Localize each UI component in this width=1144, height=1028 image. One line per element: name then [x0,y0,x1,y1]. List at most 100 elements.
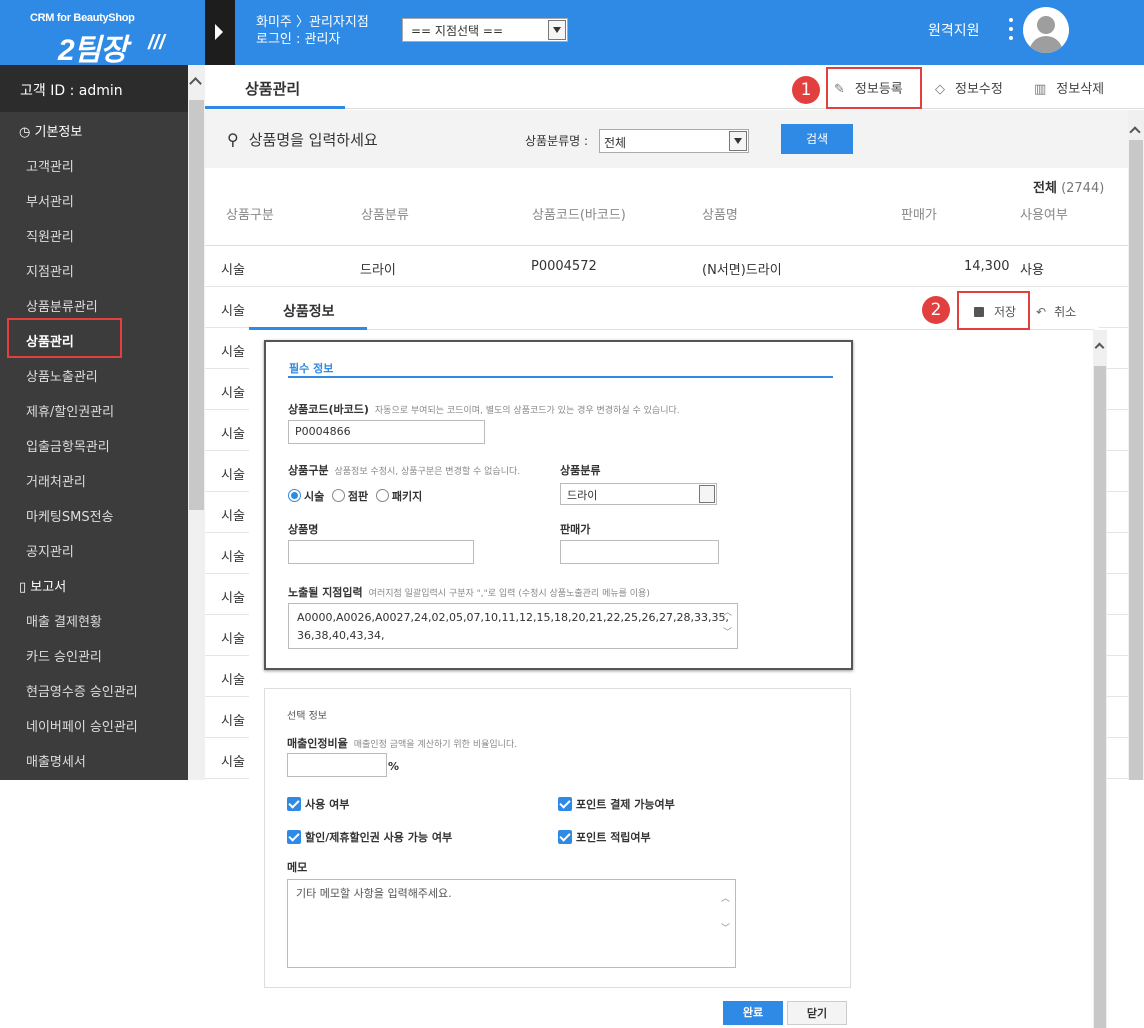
sidebar-item[interactable]: 고객관리 [0,147,188,182]
trash-icon: ▥ [1034,82,1047,97]
point-pay-checkbox[interactable]: 포인트 결제 가능여부 [558,796,675,812]
sidebar-item[interactable]: 매출명세서 [0,742,188,777]
memo-placeholder: 기타 메모할 사항을 입력해주세요. [296,887,452,900]
name-input[interactable] [288,540,474,564]
ratio-input[interactable] [287,753,387,777]
sidebar-group-basic[interactable]: ◷ 기본정보 [0,112,188,147]
type-radio-retail[interactable]: 점판 [331,489,369,503]
sidebar-item[interactable]: 직원관리 [0,217,188,252]
name-label: 상품명 [288,523,319,536]
sidebar-item[interactable]: 지점관리 [0,252,188,287]
branch-textarea[interactable]: A0000,A0026,A0027,24,02,05,07,10,11,12,1… [288,603,738,649]
discount-checkbox[interactable]: 할인/제휴할인권 사용 가능 여부 [287,829,452,845]
chevron-down-icon [548,20,566,40]
code-input[interactable]: P0004866 [288,420,485,444]
search-input[interactable]: ⚲ 상품명을 입력하세요 [227,129,378,150]
chevron-up-icon [189,77,202,90]
login-user: 로그인 : 관리자 [256,32,341,47]
sidebar-item[interactable]: 카드 승인관리 [0,637,188,672]
radio-unchecked-icon [375,489,389,502]
main-scrollbar[interactable] [1128,110,1144,780]
radio-label: 시술 [304,490,325,503]
customer-id: 고객 ID : admin [0,65,188,112]
sidebar-item[interactable]: 네이버페이 승인관리 [0,707,188,742]
scrollbar-thumb[interactable] [1129,140,1143,780]
checkbox-checked-icon [287,797,301,811]
dialog-scrollbar[interactable] [1093,330,1107,1028]
cancel-label: 취소 [1054,305,1077,319]
category-select[interactable]: 드라이 [560,483,717,505]
tab-product-info[interactable]: 상품정보 [249,287,367,330]
branch-label-text: 노출될 지점입력 [288,586,363,599]
code-label: 상품코드(바코드) 자동으로 부여되는 코드이며, 별도의 상품코드가 있는 경우… [288,401,680,417]
close-button[interactable]: 닫기 [787,1001,847,1025]
sidebar-toggle-button[interactable] [205,0,235,65]
table-row[interactable]: 시술 드라이 P0004572 (N서면)드라이 14,300 사용 [205,246,1128,287]
top-bar: CRM for BeautyShop 2팀장 /// 화미주 〉관리자지점 로그… [0,0,1144,67]
sidebar-item[interactable]: 매출 결제현황 [0,602,188,637]
cell-price: 14,300 [964,259,1010,274]
search-button[interactable]: 검색 [781,124,853,154]
textarea-scroll-arrows[interactable]: ︿ ﹀ [721,894,731,934]
cell-type: 시술 [221,632,245,647]
point-save-checkbox[interactable]: 포인트 적립여부 [558,829,651,845]
cell-code: P0004572 [531,259,597,274]
done-button[interactable]: 완료 [723,1001,783,1025]
use-checkbox[interactable]: 사용 여부 [287,796,349,812]
remote-support-link[interactable]: 원격지원 [928,20,980,40]
highlight-box-product-menu [7,318,122,358]
type-radio-package[interactable]: 패키지 [375,489,422,503]
column-header[interactable]: 상품분류 [361,204,409,223]
more-vertical-icon[interactable] [1008,18,1014,46]
textarea-scroll-arrows[interactable]: ︿ ﹀ [723,608,733,638]
sidebar-item[interactable]: 거래처관리 [0,462,188,497]
sidebar-item[interactable]: 상품분류관리 [0,287,188,322]
type-label-text: 상품구분 [288,464,329,477]
cell-type: 시술 [221,673,245,688]
sidebar-item[interactable]: 마케팅SMS전송 [0,497,188,532]
column-header[interactable]: 상품명 [702,204,738,223]
tab-product-management[interactable]: 상품관리 [205,65,345,109]
branch-select[interactable]: == 지점선택 == [402,18,568,42]
column-header[interactable]: 상품코드(바코드) [532,204,626,223]
scrollbar-thumb[interactable] [1094,366,1106,1028]
ratio-label-text: 매출인정비율 [287,737,348,750]
cancel-button[interactable]: ↶ 취소 [1036,303,1076,320]
memo-textarea[interactable]: 기타 메모할 사항을 입력해주세요. ︿ ﹀ [287,879,736,968]
radio-label: 점판 [347,490,369,503]
cell-type: 시술 [221,345,245,360]
category-select[interactable]: 전체 [599,129,749,153]
cell-type: 시술 [221,386,245,401]
column-header[interactable]: 상품구분 [226,204,274,223]
delete-button[interactable]: ▥ 정보삭제 [1034,78,1104,97]
column-header[interactable]: 판매가 [901,204,937,223]
sidebar-group-label: 기본정보 [34,125,83,140]
sidebar-item[interactable]: 부서관리 [0,182,188,217]
type-label: 상품구분 상품정보 수정시, 상품구분은 변경할 수 없습니다. [288,462,520,478]
price-input[interactable] [560,540,719,564]
sidebar-item[interactable]: 공지관리 [0,532,188,567]
cell-type: 시술 [221,550,245,565]
branch-text-line: 36,38,40,43,34, [297,629,385,642]
chevron-down-icon [729,131,747,151]
highlight-box-save [957,291,1030,330]
sidebar-item[interactable]: 현금영수증 승인관리 [0,672,188,707]
cell-name: (N서면)드라이 [702,263,782,278]
sidebar-group-report[interactable]: ▯ 보고서 [0,567,188,602]
type-radio-procedure[interactable]: 시술 [288,489,325,503]
scrollbar-thumb[interactable] [189,100,204,510]
sidebar-item[interactable]: 상품노출관리 [0,357,188,392]
avatar[interactable] [1023,7,1069,53]
brand-subtitle: CRM for BeautyShop [30,12,135,24]
sidebar-scrollbar[interactable] [188,65,205,780]
search-icon: ⚲ [227,130,239,149]
sidebar-item[interactable]: 입출금항목관리 [0,427,188,462]
required-info-panel: 필수 정보 상품코드(바코드) 자동으로 부여되는 코드이며, 별도의 상품코드가… [264,340,853,670]
chevron-up-icon [1094,342,1105,353]
column-header[interactable]: 사용여부 [1020,204,1068,223]
required-info-title: 필수 정보 [289,362,334,375]
branch-name: 화미주 〉관리자지점 [256,15,369,30]
edit-button[interactable]: ◇ 정보수정 [935,78,1003,97]
sidebar-item[interactable]: 제휴/할인권관리 [0,392,188,427]
brand-logo[interactable]: CRM for BeautyShop 2팀장 /// [0,0,205,67]
